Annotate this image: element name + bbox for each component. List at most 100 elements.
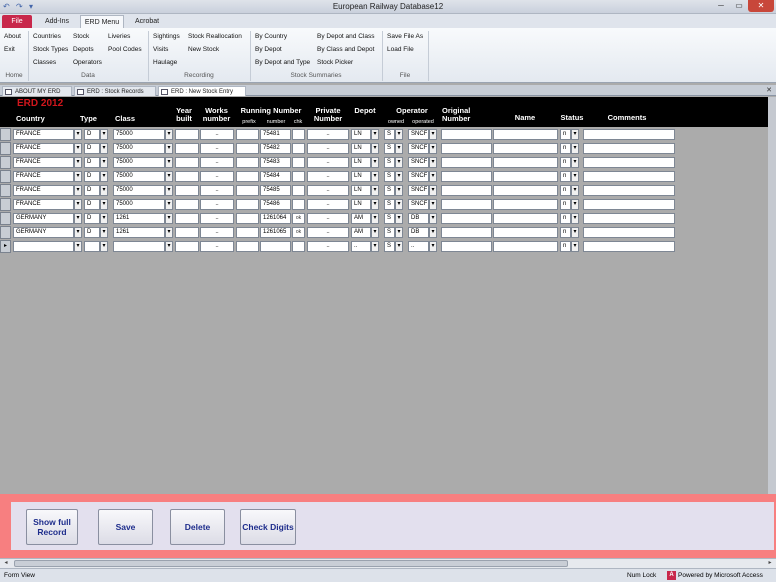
owned-dropdown[interactable]: ▾: [395, 199, 403, 210]
status-dropdown[interactable]: ▾: [571, 241, 579, 252]
private-number-field[interactable]: ..: [307, 241, 349, 252]
status-field[interactable]: n: [560, 241, 571, 252]
status-dropdown[interactable]: ▾: [571, 199, 579, 210]
country-dropdown[interactable]: ▾: [74, 185, 82, 196]
visits-button[interactable]: Visits: [153, 46, 168, 53]
countries-button[interactable]: Countries: [33, 33, 61, 40]
record-selector[interactable]: [0, 184, 11, 197]
status-field[interactable]: n: [560, 143, 571, 154]
show-full-record-button[interactable]: Show full Record: [26, 509, 78, 545]
stock-reallocation-button[interactable]: Stock Reallocation: [188, 33, 242, 40]
owned-field[interactable]: S: [384, 143, 395, 154]
type-field[interactable]: D: [84, 143, 100, 154]
country-dropdown[interactable]: ▾: [74, 143, 82, 154]
record-selector[interactable]: [0, 156, 11, 169]
operated-field[interactable]: SNCF: [408, 143, 429, 154]
operated-dropdown[interactable]: ▾: [429, 227, 437, 238]
record-selector[interactable]: [0, 212, 11, 225]
class-dropdown[interactable]: ▾: [165, 213, 173, 224]
country-field[interactable]: FRANCE: [13, 171, 74, 182]
comments-field[interactable]: [583, 213, 675, 224]
running-number-field[interactable]: 75483: [260, 157, 291, 168]
check-digits-button[interactable]: Check Digits: [240, 509, 296, 545]
original-number-field[interactable]: [441, 143, 492, 154]
depot-field[interactable]: LN: [351, 185, 371, 196]
scroll-thumb[interactable]: [14, 560, 568, 567]
comments-field[interactable]: [583, 199, 675, 210]
comments-field[interactable]: [583, 143, 675, 154]
status-field[interactable]: n: [560, 129, 571, 140]
owned-dropdown[interactable]: ▾: [395, 143, 403, 154]
works-number-field[interactable]: ..: [200, 227, 234, 238]
type-dropdown[interactable]: ▾: [100, 199, 108, 210]
country-dropdown[interactable]: ▾: [74, 213, 82, 224]
operated-field[interactable]: SNCF: [408, 171, 429, 182]
tab-add-ins[interactable]: Add-Ins: [38, 15, 76, 28]
by-class-and-depot-button[interactable]: By Class and Depot: [317, 46, 374, 53]
works-number-field[interactable]: ..: [200, 199, 234, 210]
check-digit-field[interactable]: [292, 157, 305, 168]
status-field[interactable]: n: [560, 171, 571, 182]
depot-dropdown[interactable]: ▾: [371, 143, 379, 154]
status-field[interactable]: n: [560, 185, 571, 196]
running-number-field[interactable]: [260, 241, 291, 252]
owned-field[interactable]: S: [384, 241, 395, 252]
maximize-button[interactable]: ▭: [730, 0, 748, 12]
class-field[interactable]: 75000: [113, 129, 165, 140]
year-built-field[interactable]: [175, 143, 199, 154]
prefix-field[interactable]: [236, 227, 259, 238]
country-dropdown[interactable]: ▾: [74, 241, 82, 252]
type-field[interactable]: D: [84, 213, 100, 224]
country-field[interactable]: GERMANY: [13, 227, 74, 238]
depots-button[interactable]: Depots: [73, 46, 94, 53]
type-field[interactable]: D: [84, 185, 100, 196]
doc-tab-new-stock-entry[interactable]: ERD : New Stock Entry: [158, 86, 246, 96]
private-number-field[interactable]: ..: [307, 171, 349, 182]
by-depot-button[interactable]: By Depot: [255, 46, 282, 53]
close-document-icon[interactable]: ✕: [766, 85, 772, 96]
record-selector[interactable]: [0, 198, 11, 211]
close-window-button[interactable]: ✕: [748, 0, 774, 12]
liveries-button[interactable]: Liveries: [108, 33, 130, 40]
by-depot-and-type-button[interactable]: By Depot and Type: [255, 59, 310, 66]
comments-field[interactable]: [583, 129, 675, 140]
record-selector[interactable]: [0, 170, 11, 183]
record-selector[interactable]: [0, 142, 11, 155]
check-digit-field[interactable]: ok: [292, 227, 305, 238]
check-digit-field[interactable]: [292, 199, 305, 210]
type-dropdown[interactable]: ▾: [100, 143, 108, 154]
operated-field[interactable]: SNCF: [408, 129, 429, 140]
about-button[interactable]: About: [4, 33, 21, 40]
original-number-field[interactable]: [441, 213, 492, 224]
check-digit-field[interactable]: [292, 143, 305, 154]
prefix-field[interactable]: [236, 213, 259, 224]
record-selector[interactable]: [0, 128, 11, 141]
type-dropdown[interactable]: ▾: [100, 171, 108, 182]
class-field[interactable]: 75000: [113, 143, 165, 154]
original-number-field[interactable]: [441, 241, 492, 252]
operators-button[interactable]: Operators: [73, 59, 102, 66]
private-number-field[interactable]: ..: [307, 129, 349, 140]
works-number-field[interactable]: ..: [200, 171, 234, 182]
type-field[interactable]: D: [84, 199, 100, 210]
owned-dropdown[interactable]: ▾: [395, 157, 403, 168]
sightings-button[interactable]: Sightings: [153, 33, 180, 40]
status-dropdown[interactable]: ▾: [571, 227, 579, 238]
country-dropdown[interactable]: ▾: [74, 171, 82, 182]
country-field[interactable]: FRANCE: [13, 129, 74, 140]
pool-codes-button[interactable]: Pool Codes: [108, 46, 142, 53]
prefix-field[interactable]: [236, 129, 259, 140]
country-field[interactable]: GERMANY: [13, 213, 74, 224]
owned-field[interactable]: S: [384, 171, 395, 182]
class-dropdown[interactable]: ▾: [165, 171, 173, 182]
running-number-field[interactable]: 1261064: [260, 213, 291, 224]
name-field[interactable]: [493, 241, 558, 252]
country-field[interactable]: FRANCE: [13, 199, 74, 210]
prefix-field[interactable]: [236, 199, 259, 210]
tab-file[interactable]: File: [2, 15, 32, 28]
depot-field[interactable]: LN: [351, 199, 371, 210]
vertical-scrollbar[interactable]: [768, 97, 776, 494]
operated-dropdown[interactable]: ▾: [429, 143, 437, 154]
minimize-button[interactable]: ─: [712, 0, 730, 12]
scroll-left-icon[interactable]: ◂: [1, 559, 11, 568]
